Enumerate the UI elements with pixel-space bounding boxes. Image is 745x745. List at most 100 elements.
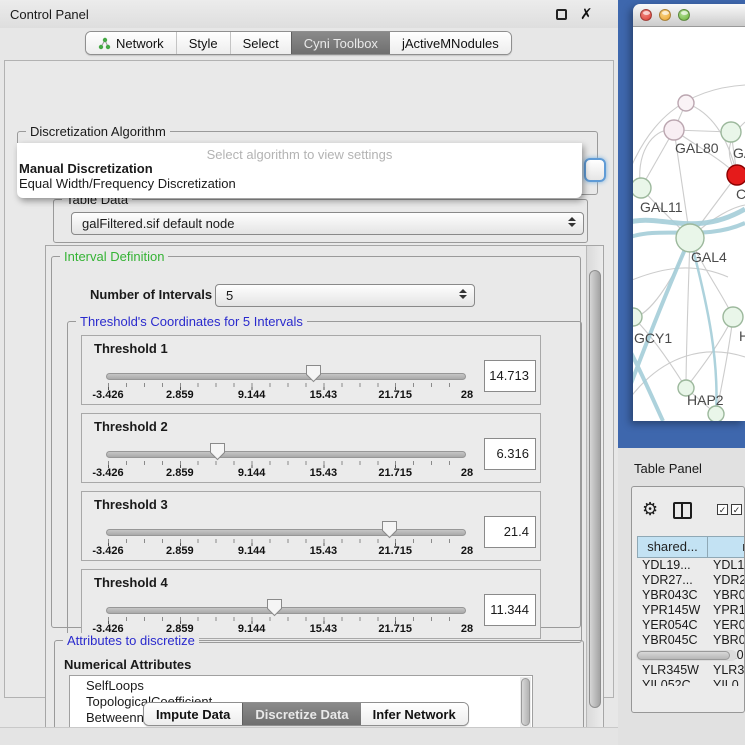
horizontal-scrollbar-thumb[interactable]: [637, 651, 730, 660]
cell-shared-name[interactable]: YBR045C: [642, 633, 698, 648]
zoom-traffic-light[interactable]: [678, 9, 690, 21]
threshold-2-slider-track[interactable]: [106, 451, 466, 458]
threshold-3-value-field[interactable]: 21.4: [484, 516, 536, 548]
tab-infer-network[interactable]: Infer Network: [361, 703, 468, 725]
checkbox-icon[interactable]: ✓: [717, 504, 728, 515]
node-label-gal4: GAL4: [691, 249, 727, 265]
tab-select[interactable]: Select: [230, 32, 291, 54]
close-icon[interactable]: ✗: [580, 5, 593, 23]
table-row[interactable]: YIL052C YIL0: [637, 678, 745, 686]
table-row[interactable]: YLR345W YLR3: [637, 663, 745, 678]
table-row[interactable]: YBR043C YBR0: [637, 588, 745, 603]
threshold-3-slider-thumb[interactable]: [381, 520, 398, 539]
algorithm-popup-hint: Select algorithm to view settings: [17, 147, 582, 162]
threshold-1-value-field[interactable]: 14.713: [484, 360, 536, 392]
vertical-scrollbar-thumb[interactable]: [589, 270, 601, 708]
cell-name[interactable]: YDL1: [713, 558, 744, 573]
network-canvas[interactable]: GAL80 GA GAL11 C GAL4 GCY1 H HAP2: [633, 27, 745, 421]
table-row[interactable]: YER054C YER0: [637, 618, 745, 633]
table-data-combo-value: galFiltered.sif default node: [82, 216, 234, 231]
algorithm-option-manual[interactable]: Manual Discretization: [19, 161, 153, 176]
tab-network[interactable]: Network: [86, 32, 176, 54]
column-header-shared-name[interactable]: shared...: [637, 536, 708, 558]
threshold-1-label: Threshold 1: [94, 341, 168, 356]
cell-name[interactable]: YIL0: [713, 678, 739, 686]
threshold-4-slider-thumb[interactable]: [266, 598, 283, 617]
cell-shared-name[interactable]: YIL052C: [642, 678, 691, 686]
cell-name[interactable]: YBR0: [713, 588, 745, 603]
attribute-list-item[interactable]: SelfLoops: [86, 678, 144, 694]
threshold-2-slider-thumb[interactable]: [209, 442, 226, 461]
cell-shared-name[interactable]: YPR145W: [642, 603, 700, 618]
list-scrollbar-thumb[interactable]: [521, 678, 530, 726]
tab-network-label: Network: [116, 36, 164, 51]
threshold-coordinates-label: Threshold's Coordinates for 5 Intervals: [76, 314, 307, 329]
algorithm-combo-focus-ring[interactable]: [584, 158, 606, 182]
cell-shared-name[interactable]: YBR043C: [642, 588, 698, 603]
threshold-4-slider-track[interactable]: [106, 607, 466, 614]
slider-tick-label: 21.715: [378, 467, 412, 479]
close-traffic-light[interactable]: [640, 9, 652, 21]
threshold-3-slider-track[interactable]: [106, 529, 466, 536]
slider-tick-label: 28: [461, 389, 473, 401]
slider-tick-label: 15.43: [310, 389, 338, 401]
threshold-4-value-field[interactable]: 11.344: [484, 594, 536, 626]
node-gcy1: [633, 308, 642, 326]
slider-tick-label: 21.715: [378, 545, 412, 557]
tab-discretize-data[interactable]: Discretize Data: [242, 703, 360, 725]
node: [678, 95, 694, 111]
table-row[interactable]: YPR145W YPR1: [637, 603, 745, 618]
panel-title: Control Panel: [10, 7, 89, 22]
cell-name[interactable]: YLR3: [713, 663, 744, 678]
tab-impute-data[interactable]: Impute Data: [144, 703, 242, 725]
threshold-2-value-field[interactable]: 6.316: [484, 438, 536, 470]
slider-tick-label: 2.859: [166, 467, 194, 479]
network-view-window: GAL80 GA GAL11 C GAL4 GCY1 H HAP2: [633, 4, 745, 421]
cell-shared-name[interactable]: YER054C: [642, 618, 698, 633]
cell-shared-name[interactable]: YDL19...: [642, 558, 691, 573]
tab-jactivemnodules-label: jActiveMNodules: [402, 36, 499, 51]
cell-name[interactable]: YPR1: [713, 603, 745, 618]
node-gal4: [676, 224, 704, 252]
tab-style[interactable]: Style: [176, 32, 230, 54]
cell-name[interactable]: YER0: [713, 618, 745, 633]
cell-shared-name[interactable]: YDR27...: [642, 573, 693, 588]
number-of-intervals-value: 5: [226, 288, 233, 303]
cell-name[interactable]: YDR2: [713, 573, 745, 588]
threshold-2-block: Threshold 2 -3.4262.8599.14415.4321.7152…: [81, 413, 541, 483]
node-label-clipped: GA: [733, 145, 745, 161]
table-row[interactable]: YBR045C YBR0: [637, 633, 745, 648]
slider-tick-label: 2.859: [166, 389, 194, 401]
node-gal80: [664, 120, 684, 140]
checkbox-icon[interactable]: ✓: [731, 504, 742, 515]
threshold-1-slider-thumb[interactable]: [305, 364, 322, 383]
cell-name[interactable]: YBR0: [713, 633, 745, 648]
slider-tick-label: 28: [461, 623, 473, 635]
minimize-traffic-light[interactable]: [659, 9, 671, 21]
slider-tick-label: -3.426: [92, 545, 123, 557]
settings-scroll-pane: Interval Definition Number of Intervals …: [45, 245, 604, 745]
slider-tick-label: 15.43: [310, 623, 338, 635]
tab-style-label: Style: [189, 36, 218, 51]
tab-cyni-toolbox-label: Cyni Toolbox: [304, 36, 378, 51]
table-row[interactable]: YDL19... YDL1: [637, 558, 745, 573]
gear-icon[interactable]: ⚙: [642, 499, 658, 520]
table-data-combo[interactable]: galFiltered.sif default node: [71, 212, 584, 235]
list-scrollbar[interactable]: [520, 677, 531, 728]
slider-tick-label: 28: [461, 467, 473, 479]
tab-cyni-toolbox[interactable]: Cyni Toolbox: [291, 32, 390, 54]
tab-jactivemnodules[interactable]: jActiveMNodules: [390, 32, 511, 54]
combo-arrows-icon: [459, 289, 467, 299]
float-window-icon[interactable]: [556, 9, 567, 20]
cell-shared-name[interactable]: YLR345W: [642, 663, 699, 678]
vertical-scrollbar[interactable]: [586, 246, 603, 745]
number-of-intervals-combo[interactable]: 5: [215, 284, 475, 307]
columns-icon[interactable]: [673, 502, 692, 519]
threshold-1-slider-track[interactable]: [106, 373, 466, 380]
slider-tick-label: 21.715: [378, 623, 412, 635]
column-header-name[interactable]: na: [708, 536, 745, 558]
table-row[interactable]: YDR27... YDR2: [637, 573, 745, 588]
number-of-intervals-label: Number of Intervals: [90, 287, 212, 302]
algorithm-option-equal-width[interactable]: Equal Width/Frequency Discretization: [19, 176, 236, 191]
horizontal-scrollbar[interactable]: [636, 650, 737, 661]
